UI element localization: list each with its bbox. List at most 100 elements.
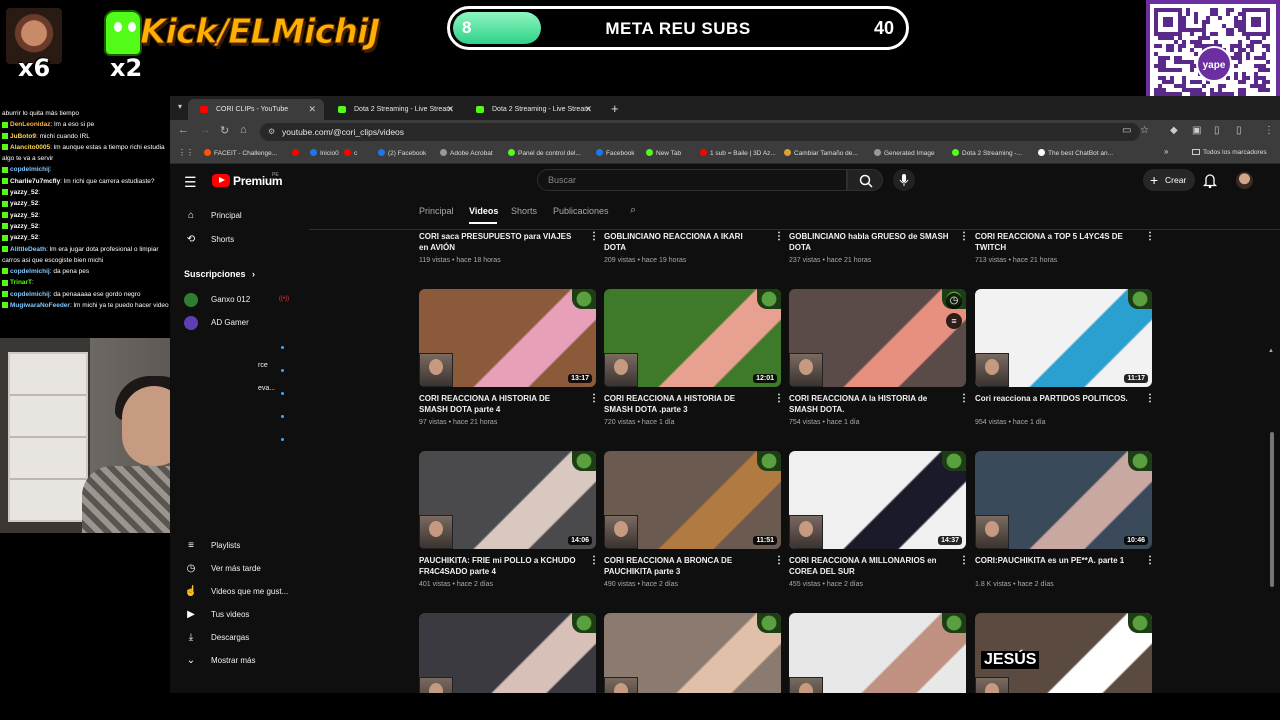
video-card[interactable]: 13:17 CORI REACCIONA A HISTORIA DE SMASH … (419, 289, 599, 429)
video-menu-icon[interactable]: ⋮ (959, 555, 969, 566)
chat-username[interactable]: Charlie7u7mcfly (10, 178, 60, 185)
address-bar[interactable]: ⚙ youtube.com/@cori_clips/videos (260, 123, 1140, 141)
video-card[interactable]: 11:17 Cori reacciona a PARTIDOS POLITICOS… (975, 289, 1155, 429)
video-card[interactable]: 14:37 CORI REACCIONA A MILLONARIOS en COR… (789, 451, 969, 591)
bookmark-item[interactable]: Adobe Acrobat (440, 149, 493, 157)
more-bookmarks-icon[interactable]: » (1164, 147, 1168, 156)
page-scrollbar[interactable] (1270, 432, 1274, 587)
new-tab-button[interactable]: + (611, 101, 619, 116)
video-title[interactable]: Cori reacciona a PARTIDOS POLITICOS. (975, 393, 1137, 404)
video-title[interactable]: CORI saca PRESUPUESTO para VIAJES en AVI… (419, 231, 581, 253)
video-thumbnail[interactable] (789, 613, 966, 693)
chat-username[interactable]: Alancito0005 (10, 144, 50, 151)
video-title[interactable]: GOBLINCIANO habla GRUESO de SMASH DOTA (789, 231, 951, 253)
video-thumbnail[interactable]: JESÚS (975, 613, 1152, 693)
sidebar-item-downloads[interactable]: ⤓ Descargas (184, 630, 249, 646)
apps-icon[interactable]: ⋮⋮ (178, 148, 194, 157)
video-card[interactable]: 12:01 CORI REACCIONA A HISTORIA DE SMASH … (604, 289, 784, 429)
video-thumbnail[interactable]: 11:17 (975, 289, 1152, 387)
chat-username[interactable]: yazzy_52 (10, 189, 38, 196)
video-thumbnail[interactable]: 14:06 (419, 451, 596, 549)
video-card[interactable]: 10:46 CORI:PAUCHIKITA es un PE**A. parte … (975, 451, 1155, 591)
bookmark-item[interactable] (292, 149, 302, 157)
bookmark-item[interactable]: The best ChatBot an... (1038, 149, 1113, 157)
video-menu-icon[interactable]: ⋮ (1145, 231, 1155, 242)
video-title[interactable]: CORI REACCIONA A HISTORIA DE SMASH DOTA … (419, 393, 581, 415)
video-thumbnail[interactable] (604, 613, 781, 693)
chat-username[interactable]: AlittleDeath (10, 246, 46, 253)
video-menu-icon[interactable]: ⋮ (589, 231, 599, 242)
sidebar-item-truncated[interactable]: rce (258, 362, 268, 369)
video-title[interactable]: CORI REACCIONA A MILLONARIOS en COREA DE… (789, 555, 951, 577)
video-card[interactable]: CORI saca PRESUPUESTO para VIAJES en AVI… (419, 164, 599, 267)
video-menu-icon[interactable]: ⋮ (774, 555, 784, 566)
subscriptions-heading[interactable]: Suscripciones › (184, 269, 255, 279)
chat-username[interactable]: MugiwaraNoFeeder (10, 302, 70, 309)
video-menu-icon[interactable]: ⋮ (1145, 555, 1155, 566)
video-card[interactable]: ◷ ≡ CORI REACCIONA A la HISTORIA de SMASH … (789, 289, 969, 429)
menu-icon[interactable]: ⋮ (1264, 125, 1274, 136)
video-title[interactable]: CORI REACCIONA a TOP 5 L4YC4S DE TWITCH (975, 231, 1137, 253)
chat-username[interactable]: JuBoto9 (10, 133, 36, 140)
guide-menu-icon[interactable]: ☰ (184, 174, 197, 191)
sidebar-item-shorts[interactable]: ⟲ Shorts (184, 232, 234, 248)
chat-username[interactable]: yazzy_52 (10, 212, 38, 219)
sidebar-item-liked[interactable]: ☝ Videos que me gust... (184, 584, 288, 600)
bookmark-item[interactable]: New Tab (646, 149, 681, 157)
extension-icon[interactable]: ◆ (1170, 125, 1178, 136)
chat-username[interactable]: TrinarT (10, 279, 32, 286)
video-menu-icon[interactable]: ⋮ (774, 231, 784, 242)
bookmark-item[interactable]: Cambiar Tamaño de... (784, 149, 858, 157)
sidebar-item-sub-ganxo[interactable]: Ganxo 012 (184, 292, 250, 308)
video-menu-icon[interactable]: ⋮ (959, 231, 969, 242)
home-icon[interactable]: ⌂ (240, 124, 247, 136)
video-thumbnail[interactable]: ◷ ≡ (789, 289, 966, 387)
chat-username[interactable]: copdelmichij (10, 291, 50, 298)
chat-username[interactable]: copdelmichij (10, 166, 50, 173)
chat-username[interactable]: yazzy_52 (10, 223, 38, 230)
sidebar-item-playlists[interactable]: ≡ Playlists (184, 538, 240, 554)
site-info-icon[interactable]: ⚙ (268, 123, 275, 141)
sidebar-item-sub-adgamer[interactable]: AD Gamer (184, 315, 249, 331)
extension-icon[interactable]: ▯ (1214, 125, 1220, 136)
video-card[interactable] (604, 613, 781, 693)
tab-2[interactable]: Dota 2 Streaming - Live Stream ✕ (464, 99, 600, 120)
back-icon[interactable]: ← (178, 124, 189, 136)
video-card[interactable] (419, 613, 596, 693)
chat-username[interactable]: yazzy_52 (10, 200, 38, 207)
add-to-queue-icon[interactable]: ≡ (946, 313, 962, 329)
bookmark-item[interactable]: FACEIT - Challenge... (204, 149, 277, 157)
video-menu-icon[interactable]: ⋮ (959, 393, 969, 404)
bookmark-item[interactable]: (2) Facebook (378, 149, 426, 157)
video-title[interactable]: GOBLINCIANO REACCIONA A IKARI DOTA (604, 231, 766, 253)
scroll-up-arrow[interactable]: ▲ (1268, 348, 1274, 354)
video-thumbnail[interactable]: 14:37 (789, 451, 966, 549)
video-card[interactable]: 11:51 CORI REACCIONA A BRONCA DE PAUCHIKI… (604, 451, 784, 591)
bookmark-item[interactable]: Generated Image (874, 149, 935, 157)
video-card[interactable] (789, 613, 966, 693)
bookmark-item[interactable]: Dota 2 Streaming -... (952, 149, 1022, 157)
video-thumbnail[interactable]: 12:01 (604, 289, 781, 387)
close-tab-icon[interactable]: ✕ (446, 99, 454, 120)
extension-icon[interactable]: ▣ (1192, 125, 1201, 136)
cast-icon[interactable]: ▭ (1122, 125, 1131, 136)
reload-icon[interactable]: ↻ (220, 124, 229, 137)
sidebar-item-home[interactable]: ⌂ Principal (184, 208, 242, 224)
sidebar-item-watch-later[interactable]: ◷ Ver más tarde (184, 561, 261, 577)
bookmark-item[interactable]: 1 sub = Baile | 3D Az... (700, 149, 776, 157)
video-thumbnail[interactable]: 13:17 (419, 289, 596, 387)
video-card[interactable]: 14:06 PAUCHIKITA: FRIE mi POLLO a KCHUDO … (419, 451, 599, 591)
all-bookmarks-button[interactable]: Todos los marcadores (1192, 149, 1267, 156)
video-card[interactable]: GOBLINCIANO REACCIONA A IKARI DOTA ⋮ 209 v… (604, 164, 784, 267)
video-card[interactable]: CORI REACCIONA a TOP 5 L4YC4S DE TWITCH ⋮… (975, 164, 1155, 267)
sidebar-item-your-videos[interactable]: ▶ Tus videos (184, 607, 249, 623)
sidebar-item-show-more[interactable]: ⌄ Mostrar más (184, 653, 256, 669)
video-thumbnail[interactable]: 11:51 (604, 451, 781, 549)
video-title[interactable]: PAUCHIKITA: FRIE mi POLLO a KCHUDO FR4C4… (419, 555, 581, 577)
close-tab-icon[interactable]: ✕ (584, 99, 592, 120)
chat-username[interactable]: DenLeonidaz (10, 121, 50, 128)
bookmark-item[interactable]: Facebook (596, 149, 635, 157)
video-thumbnail[interactable] (419, 613, 596, 693)
account-avatar[interactable] (1236, 172, 1253, 189)
video-menu-icon[interactable]: ⋮ (1145, 393, 1155, 404)
